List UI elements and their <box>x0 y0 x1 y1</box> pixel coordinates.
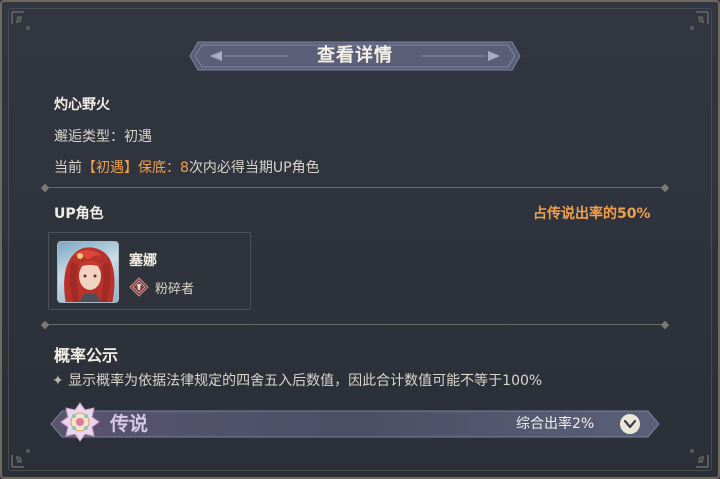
probability-heading: 概率公示 <box>54 346 119 365</box>
rarity-tier-row-legendary[interactable]: 传说 综合出率2% <box>50 402 660 442</box>
up-character-heading: UP角色 <box>54 206 104 222</box>
encounter-type-label: 邂逅类型： <box>54 129 124 145</box>
dialog-title-banner: 查看详情 <box>188 40 522 72</box>
encounter-type-row: 邂逅类型：初遇 <box>54 126 152 146</box>
up-character-rate: 占传说出率的50% <box>533 206 651 222</box>
sparkle-icon: ✦ <box>52 373 64 389</box>
banner-name: 灼心野火 <box>54 97 110 113</box>
corner-ornament-icon <box>11 449 30 468</box>
rarity-tier-rate: 综合出率2% <box>516 416 595 432</box>
guarantee-row: 当前【初遇】保底：8次内必得当期UP角色 <box>54 157 320 177</box>
section-divider <box>40 183 670 193</box>
probability-notice: ✦ 显示概率为依据法律规定的四舍五入后数值，因此合计数值可能不等于100% <box>52 370 542 390</box>
guarantee-prefix: 当前 <box>54 160 82 176</box>
up-character-card[interactable]: 塞娜 粉碎者 <box>48 232 251 310</box>
legendary-flower-emblem-icon <box>60 402 100 442</box>
corner-ornament-icon <box>690 11 709 30</box>
probability-notice-text: 显示概率为依据法律规定的四舍五入后数值，因此合计数值可能不等于100% <box>68 373 543 389</box>
guarantee-tag: 【初遇】保底： <box>82 160 180 176</box>
section-divider <box>40 320 670 330</box>
crusher-class-icon <box>129 277 149 297</box>
corner-ornament-icon <box>11 11 30 30</box>
dialog-title: 查看详情 <box>317 45 393 66</box>
character-name: 塞娜 <box>129 253 157 269</box>
encounter-type-value: 初遇 <box>124 129 152 145</box>
rarity-tier-name: 传说 <box>110 413 149 435</box>
guarantee-suffix: 次内必得当期UP角色 <box>188 160 320 176</box>
chevron-down-icon <box>624 419 636 429</box>
details-dialog: 查看详情 灼心野火 邂逅类型：初遇 当前【初遇】保底：8次内必得当期UP角色 U… <box>0 0 720 479</box>
expand-tier-button[interactable] <box>620 414 640 434</box>
guarantee-count: 8 <box>180 160 189 176</box>
character-role: 粉碎者 <box>155 282 195 297</box>
corner-ornament-icon <box>690 449 709 468</box>
character-portrait <box>57 241 119 303</box>
